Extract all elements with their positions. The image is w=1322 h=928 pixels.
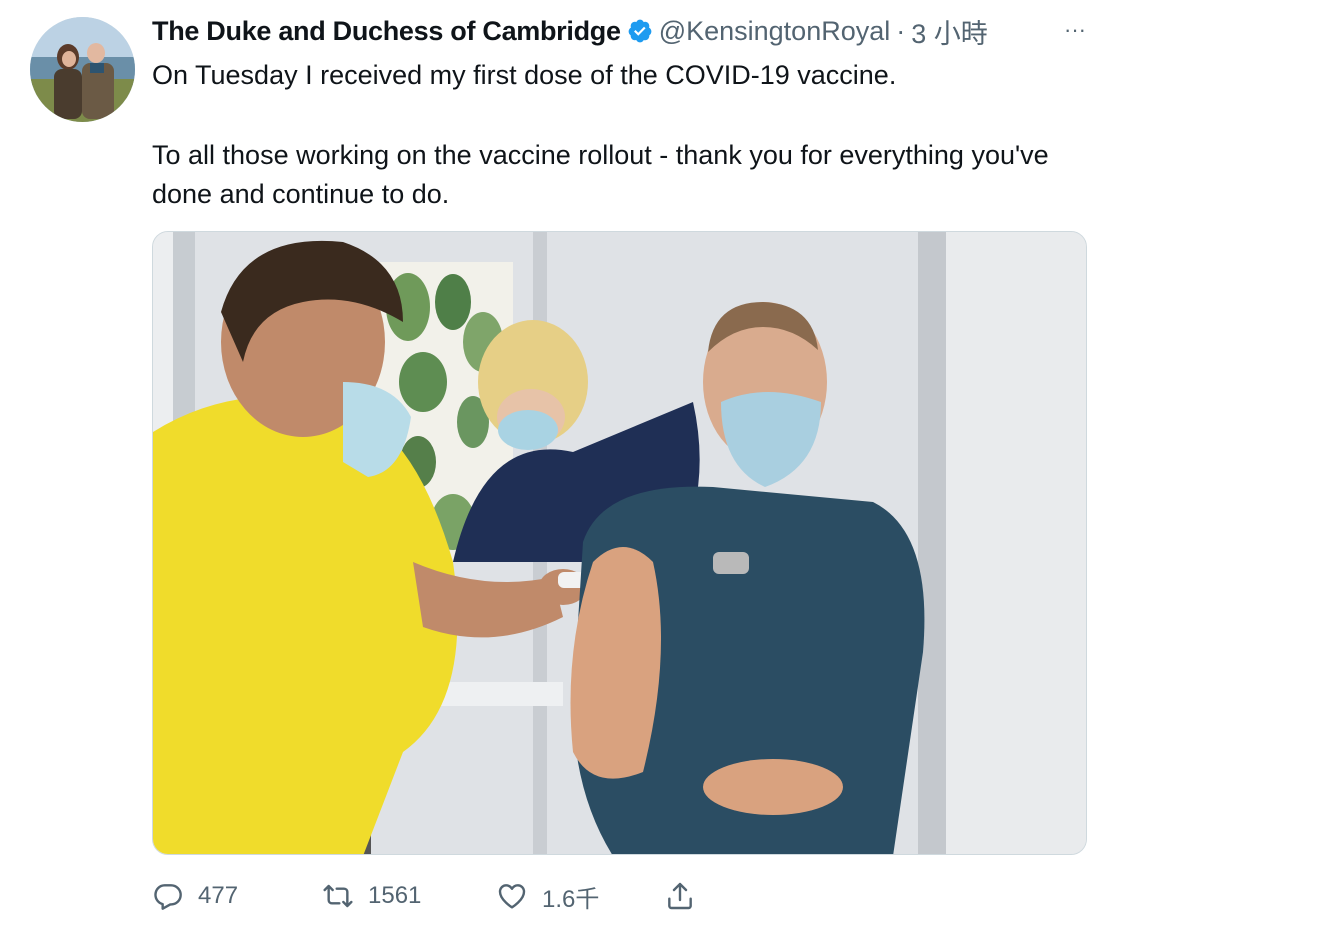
share-button[interactable] [664, 872, 710, 920]
verified-badge-icon [628, 19, 652, 43]
tweet-photo[interactable] [152, 231, 1087, 855]
like-button[interactable]: 1.6千 [496, 872, 599, 920]
author-avatar[interactable] [30, 17, 135, 122]
tweet-paragraph-1: On Tuesday I received my first dose of t… [152, 60, 897, 90]
tweet-actions: 477 1561 1.6千 [152, 872, 852, 920]
retweet-count: 1561 [368, 882, 422, 909]
separator-dot: · [896, 15, 906, 46]
tweet-header: The Duke and Duchess of Cambridge @Kensi… [152, 12, 988, 51]
retweet-button[interactable]: 1561 [322, 872, 421, 920]
reply-count: 477 [198, 882, 239, 909]
author-handle[interactable]: @KensingtonRoyal [659, 16, 891, 47]
more-icon[interactable]: ··· [1060, 19, 1090, 41]
heart-icon [498, 884, 526, 909]
share-icon [668, 882, 692, 910]
tweet-paragraph-2: To all those working on the vaccine roll… [152, 140, 1049, 209]
reply-button[interactable]: 477 [152, 872, 238, 920]
tweet-timestamp[interactable]: 3 小時 [911, 12, 988, 51]
reply-icon [154, 884, 182, 910]
author-name[interactable]: The Duke and Duchess of Cambridge [152, 16, 621, 47]
tweet-text: On Tuesday I received my first dose of t… [152, 56, 1062, 214]
retweet-icon [323, 884, 353, 908]
like-count: 1.6千 [542, 885, 600, 913]
